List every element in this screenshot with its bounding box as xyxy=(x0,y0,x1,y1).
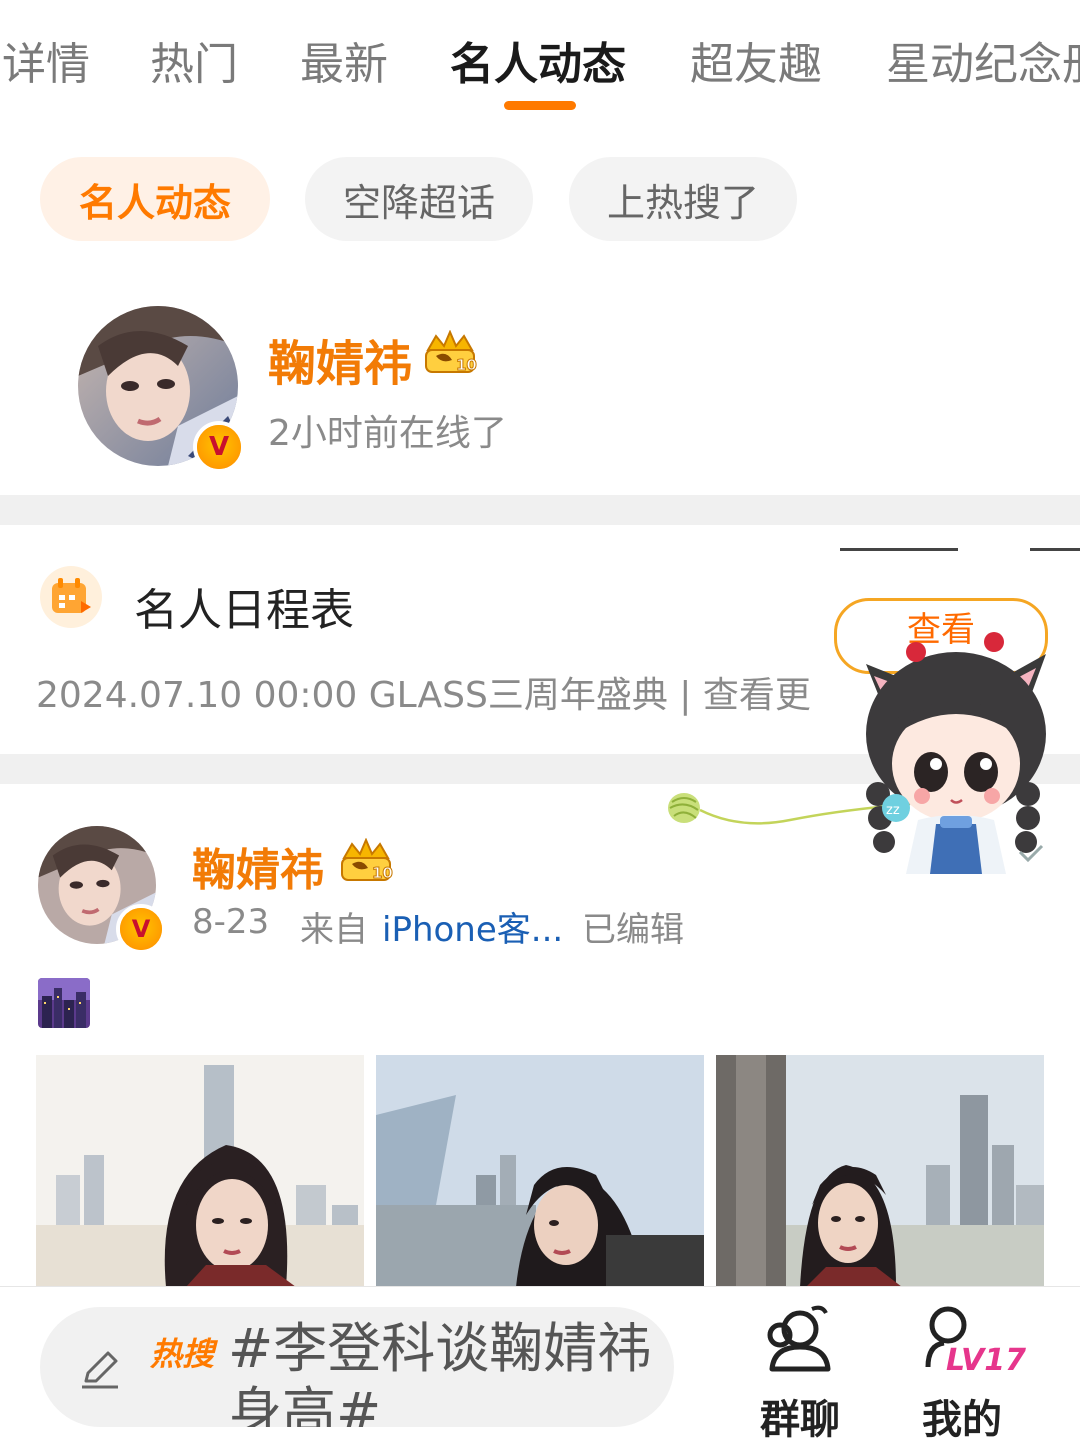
tab-star-album[interactable]: 星动纪念册 xyxy=(886,28,1080,92)
tab-latest[interactable]: 最新 xyxy=(300,28,388,92)
schedule-detail[interactable]: 2024.07.10 00:00 GLASS三周年盛典 | 查看更 xyxy=(36,666,811,718)
section-divider xyxy=(0,495,1080,525)
nav-mine-label[interactable]: 我的 xyxy=(922,1387,1002,1445)
chip-airdrop-topic[interactable]: 空降超话 xyxy=(305,157,533,241)
svg-text:10: 10 xyxy=(372,864,393,882)
active-tab-indicator xyxy=(504,101,576,110)
hot-search-tag: 热搜 xyxy=(150,1335,215,1373)
tab-super-fun[interactable]: 超友趣 xyxy=(690,28,822,92)
level-badge: LV17 xyxy=(946,1343,1026,1378)
post-author-name[interactable]: 鞠婧祎 xyxy=(192,834,324,898)
crown-level-10-icon: 10 xyxy=(338,837,394,884)
nav-group-chat-label[interactable]: 群聊 xyxy=(760,1387,840,1445)
post-source-link[interactable]: iPhone客... xyxy=(382,902,563,951)
svg-text:zz: zz xyxy=(886,803,900,818)
calendar-icon xyxy=(40,566,102,628)
pencil-icon xyxy=(76,1345,124,1393)
composer-placeholder: #李登科谈鞠婧祎身高# xyxy=(228,1317,652,1427)
online-status: 2小时前在线了 xyxy=(268,413,507,454)
chip-celebrity-feed[interactable]: 名人动态 xyxy=(40,157,270,241)
post-photo[interactable] xyxy=(36,1055,364,1287)
svg-text:10: 10 xyxy=(456,356,477,374)
verified-v-icon: V xyxy=(116,904,166,954)
tab-hot[interactable]: 热门 xyxy=(150,28,238,92)
post-photo[interactable] xyxy=(376,1055,704,1287)
composer-input[interactable]: 热搜 #李登科谈鞠婧祎身高# xyxy=(40,1307,674,1427)
tab-details[interactable]: 详情 xyxy=(2,28,90,92)
schedule-title[interactable]: 名人日程表 xyxy=(134,574,354,638)
decor-line xyxy=(840,548,958,551)
crown-level-10-icon: 10 xyxy=(422,329,478,376)
top-tab-bar: 详情 热门 最新 名人动态 超友趣 星动纪念册 xyxy=(0,0,1080,120)
group-chat-icon[interactable] xyxy=(760,1303,836,1377)
post-photo[interactable] xyxy=(716,1055,1044,1287)
city-night-icon xyxy=(38,978,90,1028)
post-edited-label[interactable]: 已编辑 xyxy=(582,902,684,951)
chip-trending[interactable]: 上热搜了 xyxy=(569,157,797,241)
verified-v-icon: V xyxy=(193,421,245,473)
post-from-label: 来自 xyxy=(300,910,368,950)
decor-line xyxy=(1030,548,1080,551)
profile-name[interactable]: 鞠婧祎 xyxy=(268,324,412,394)
tab-celebrity-feed[interactable]: 名人动态 xyxy=(450,28,626,92)
post-date: 8-23 xyxy=(192,902,270,942)
bottom-bar: 热搜 #李登科谈鞠婧祎身高# 群聊 LV17 我的 xyxy=(0,1286,1080,1447)
cat-girl-mascot-icon[interactable]: zz xyxy=(856,624,1056,880)
